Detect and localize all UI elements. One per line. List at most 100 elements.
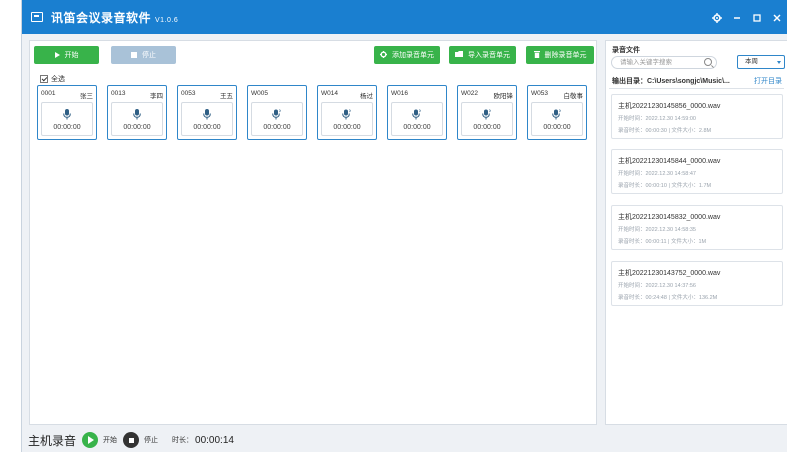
card-name: 李四 <box>150 93 163 100</box>
files-panel-title: 录音文件 <box>612 47 640 54</box>
card-name: 杨过 <box>360 93 373 100</box>
file-start-time: 开始时间：2022.12.30 14:58:47 <box>618 171 696 177</box>
card-time: 00:00:00 <box>333 124 361 131</box>
host-stop-label: 停止 <box>144 437 159 444</box>
output-directory: 输出目录：C:\Users\songjc\Music\... <box>612 78 730 85</box>
microphone-icon <box>203 107 211 125</box>
divider <box>609 88 784 89</box>
card-time: 00:00:00 <box>543 124 571 131</box>
search-input[interactable]: 请输入关键字搜索 <box>611 56 717 69</box>
file-item[interactable]: 主机20221230145844_0000.wav 开始时间：2022.12.3… <box>611 149 783 194</box>
wireless-microphone-icon <box>272 107 282 125</box>
card-id: 0001 <box>41 90 56 97</box>
add-unit-button[interactable]: 添加录音单元 <box>374 46 440 64</box>
select-all-label: 全选 <box>51 76 65 83</box>
recording-unit-card[interactable]: W005 00:00:00 <box>247 85 307 140</box>
recording-unit-card[interactable]: 0001 张三 00:00:00 <box>37 85 97 140</box>
card-time: 00:00:00 <box>123 124 151 131</box>
app-version: V1.0.6 <box>155 16 179 24</box>
recording-unit-card[interactable]: W022 欧阳锋 00:00:00 <box>457 85 517 140</box>
play-icon <box>54 52 60 58</box>
select-all-checkbox[interactable]: 全选 <box>40 74 65 84</box>
file-name: 主机20221230145832_0000.wav <box>618 214 721 221</box>
file-item[interactable]: 主机20221230143752_0000.wav 开始时间：2022.12.3… <box>611 261 783 306</box>
wireless-microphone-icon <box>482 107 492 125</box>
card-id: 0053 <box>181 90 196 97</box>
file-item[interactable]: 主机20221230145856_0000.wav 开始时间：2022.12.3… <box>611 94 783 139</box>
recording-unit-card[interactable]: W014 杨过 00:00:00 <box>317 85 377 140</box>
chevron-down-icon <box>777 61 781 64</box>
start-button[interactable]: 开始 <box>34 46 99 64</box>
search-placeholder: 请输入关键字搜索 <box>620 59 672 66</box>
file-meta: 录音时长：00:00:30 | 文件大小：2.8M <box>618 128 712 134</box>
recording-unit-card[interactable]: W016 00:00:00 <box>387 85 447 140</box>
close-icon[interactable] <box>768 8 786 26</box>
wireless-microphone-icon <box>342 107 352 125</box>
card-time: 00:00:00 <box>403 124 431 131</box>
start-label: 开始 <box>64 52 79 59</box>
file-name: 主机20221230145856_0000.wav <box>618 103 721 110</box>
unit-card-list: 0001 张三 00:00:00 0013 李四 00:00:00 0053 王五 0… <box>37 85 597 140</box>
open-directory-link[interactable]: 打开目录 <box>754 76 782 86</box>
card-name: 张三 <box>80 93 93 100</box>
add-unit-label: 添加录音单元 <box>392 52 434 59</box>
file-name: 主机20221230143752_0000.wav <box>618 270 721 277</box>
recording-unit-card[interactable]: W053 白敬事 00:00:00 <box>527 85 587 140</box>
file-start-time: 开始时间：2022.12.30 14:59:00 <box>618 116 696 122</box>
card-time: 00:00:00 <box>263 124 291 131</box>
card-time: 00:00:00 <box>193 124 221 131</box>
folder-icon <box>455 51 463 59</box>
search-icon[interactable] <box>704 58 712 66</box>
microphone-icon <box>63 107 71 125</box>
recording-units-panel: 开始 停止 添加录音单元 导入录音单元 删除录音单元 全选 0001 张三 00… <box>29 40 597 425</box>
card-time: 00:00:00 <box>473 124 501 131</box>
file-start-time: 开始时间：2022.12.30 14:37:56 <box>618 283 696 289</box>
recording-files-panel: 录音文件 请输入关键字搜索 本周 输出目录：C:\Users\songjc\Mu… <box>605 40 787 425</box>
checkbox-icon[interactable] <box>40 75 48 83</box>
card-id: W022 <box>461 90 478 97</box>
recording-unit-card[interactable]: 0053 王五 00:00:00 <box>177 85 237 140</box>
card-id: W014 <box>321 90 338 97</box>
title-bar: 讯笛会议录音软件 V1.0.6 <box>22 0 787 34</box>
stop-button[interactable]: 停止 <box>111 46 176 64</box>
period-select[interactable]: 本周 <box>737 55 785 69</box>
wireless-microphone-icon <box>412 107 422 125</box>
trash-icon <box>533 50 540 60</box>
file-start-time: 开始时间：2022.12.30 14:58:35 <box>618 227 696 233</box>
host-recording-bar: 主机录音 开始 停止 时长： 00:00:14 <box>22 428 787 452</box>
stop-icon <box>131 52 137 58</box>
stop-label: 停止 <box>142 52 156 59</box>
app-title: 讯笛会议录音软件 V1.0.6 <box>51 10 179 25</box>
host-stop-button[interactable] <box>123 432 140 448</box>
maximize-icon[interactable] <box>748 8 766 26</box>
import-unit-button[interactable]: 导入录音单元 <box>449 46 516 64</box>
import-unit-label: 导入录音单元 <box>468 52 510 59</box>
card-id: W016 <box>391 90 408 97</box>
file-meta: 录音时长：00:00:10 | 文件大小：1.7M <box>618 183 712 189</box>
app-icon <box>31 12 43 22</box>
gear-icon[interactable] <box>708 8 726 26</box>
host-start-button[interactable] <box>82 432 99 448</box>
add-gear-icon <box>380 50 387 60</box>
card-id: W053 <box>531 90 548 97</box>
wireless-microphone-icon <box>552 107 562 125</box>
period-value: 本周 <box>745 58 758 65</box>
recording-unit-card[interactable]: 0013 李四 00:00:00 <box>107 85 167 140</box>
delete-unit-button[interactable]: 删除录音单元 <box>526 46 594 64</box>
file-meta: 录音时长：00:24:48 | 文件大小：136.2M <box>618 295 718 301</box>
duration-value: 00:00:14 <box>195 434 234 446</box>
file-meta: 录音时长：00:00:11 | 文件大小：1M <box>618 239 707 245</box>
host-start-label: 开始 <box>103 437 118 444</box>
card-name: 欧阳锋 <box>493 93 514 100</box>
card-time: 00:00:00 <box>53 124 81 131</box>
minimize-icon[interactable] <box>728 8 746 26</box>
card-name: 王五 <box>220 93 233 100</box>
card-name: 白敬事 <box>563 93 584 100</box>
file-item[interactable]: 主机20221230145832_0000.wav 开始时间：2022.12.3… <box>611 205 783 250</box>
stop-icon <box>128 437 134 443</box>
microphone-icon <box>133 107 141 125</box>
delete-unit-label: 删除录音单元 <box>544 52 587 59</box>
duration-label: 时长： <box>172 437 194 444</box>
card-id: 0013 <box>111 90 126 97</box>
app-window: 讯笛会议录音软件 V1.0.6 开始 停止 添加录音单元 导入录音单元 删除录音… <box>21 0 787 452</box>
